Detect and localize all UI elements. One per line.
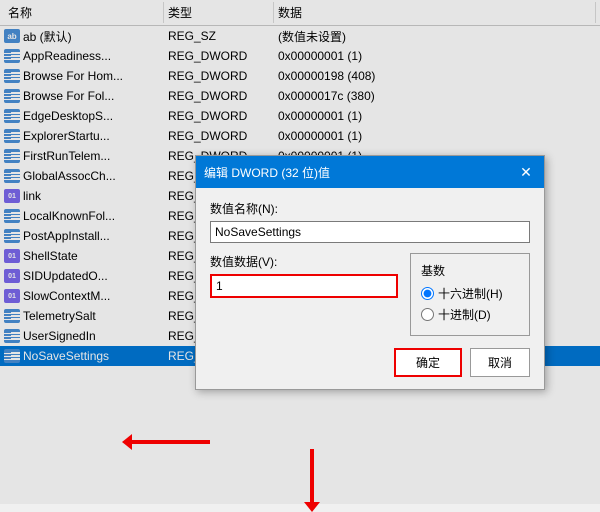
- ok-button[interactable]: 确定: [394, 348, 462, 377]
- cancel-button[interactable]: 取消: [470, 348, 530, 377]
- dec-label: 十进制(D): [438, 306, 491, 323]
- value-row: 数值数据(V): 基数 十六进制(H) 十进制(D): [210, 253, 530, 336]
- dialog-titlebar: 编辑 DWORD (32 位)值 ✕: [196, 156, 544, 188]
- dialog-title: 编辑 DWORD (32 位)值: [204, 164, 330, 181]
- name-label: 数值名称(N):: [210, 200, 530, 217]
- hex-radio-row[interactable]: 十六进制(H): [421, 285, 519, 302]
- radix-title: 基数: [421, 262, 519, 279]
- value-field: 数值数据(V):: [210, 253, 398, 298]
- dialog-buttons: 确定 取消: [210, 348, 530, 377]
- edit-dword-dialog: 编辑 DWORD (32 位)值 ✕ 数值名称(N): 数值数据(V): 基数 …: [195, 155, 545, 390]
- arrow-left: [130, 440, 210, 444]
- dialog-body: 数值名称(N): 数值数据(V): 基数 十六进制(H) 十进制(D): [196, 188, 544, 389]
- arrow-down: [310, 449, 314, 504]
- dialog-overlay: 编辑 DWORD (32 位)值 ✕ 数值名称(N): 数值数据(V): 基数 …: [0, 0, 600, 504]
- radix-box: 基数 十六进制(H) 十进制(D): [410, 253, 530, 336]
- dec-radio-row[interactable]: 十进制(D): [421, 306, 519, 323]
- value-label: 数值数据(V):: [210, 253, 398, 270]
- dialog-close-button[interactable]: ✕: [516, 162, 536, 182]
- hex-label: 十六进制(H): [438, 285, 503, 302]
- name-input[interactable]: [210, 221, 530, 243]
- hex-radio[interactable]: [421, 287, 434, 300]
- value-input[interactable]: [210, 274, 398, 298]
- dec-radio[interactable]: [421, 308, 434, 321]
